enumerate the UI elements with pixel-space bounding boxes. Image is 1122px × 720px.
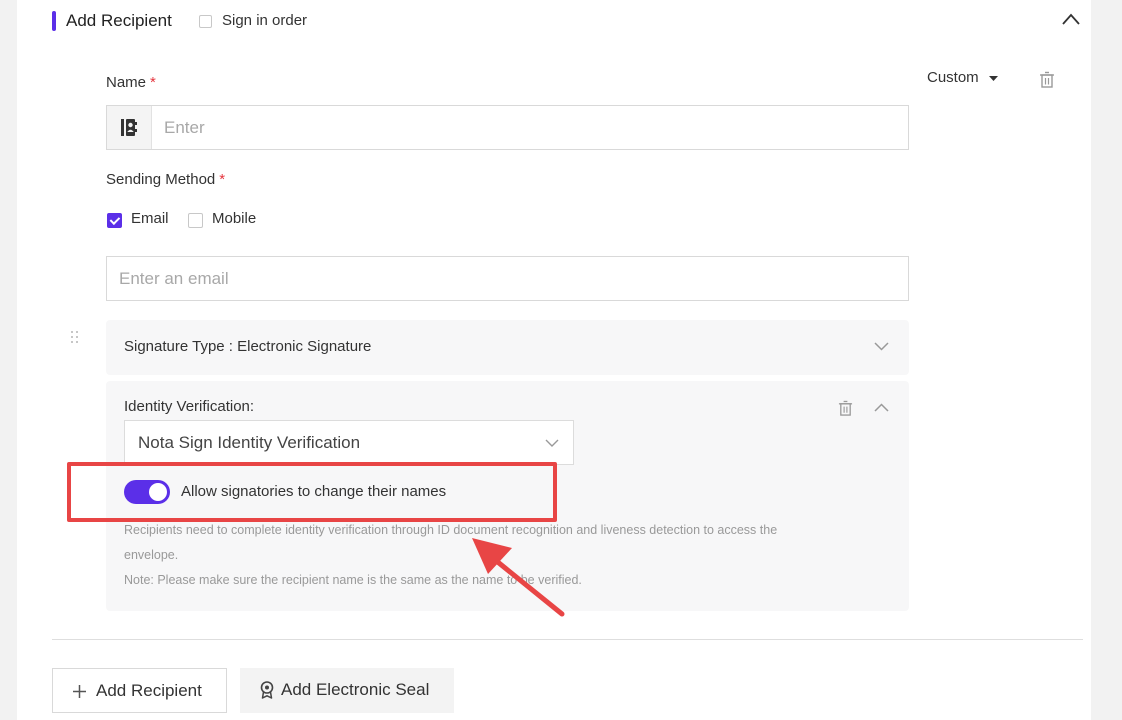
verification-help-line1: Recipients need to complete identity ver… bbox=[124, 523, 778, 537]
signature-type-label: Signature Type : Electronic Signature bbox=[124, 338, 372, 355]
contacts-book-icon bbox=[121, 119, 137, 136]
section-title: Add Recipient bbox=[66, 11, 172, 30]
caret-down-icon bbox=[989, 76, 998, 81]
collapse-chevron-up-icon[interactable] bbox=[1061, 12, 1081, 26]
sending-method-required-mark: * bbox=[219, 171, 226, 188]
verification-method-value: Nota Sign Identity Verification bbox=[138, 433, 361, 452]
annotation-highlight-box bbox=[67, 462, 557, 522]
name-field[interactable]: Enter bbox=[106, 105, 909, 150]
identity-verification-label: Identity Verification: bbox=[124, 398, 255, 415]
name-field-addon[interactable] bbox=[107, 106, 152, 149]
drag-handle-icon[interactable] bbox=[70, 331, 80, 345]
sign-in-order-checkbox[interactable] bbox=[199, 15, 212, 28]
email-option-label: Email bbox=[131, 210, 169, 227]
expand-chevron-down-icon[interactable] bbox=[874, 342, 889, 351]
sending-method-label: Sending Method * bbox=[106, 170, 225, 190]
select-chevron-down-icon bbox=[545, 439, 559, 447]
email-checkbox[interactable] bbox=[107, 213, 122, 228]
name-label-text: Name bbox=[106, 74, 147, 91]
verification-help-line2: envelope. bbox=[124, 548, 179, 562]
role-select-value: Custom bbox=[927, 69, 979, 86]
seal-icon bbox=[260, 681, 274, 699]
add-electronic-seal-button[interactable]: Add Electronic Seal bbox=[240, 668, 454, 713]
mobile-checkbox[interactable] bbox=[188, 213, 203, 228]
email-placeholder: Enter an email bbox=[119, 269, 229, 288]
add-electronic-seal-label: Add Electronic Seal bbox=[281, 680, 430, 699]
name-placeholder: Enter bbox=[164, 118, 205, 137]
signature-type-panel[interactable]: Signature Type : Electronic Signature bbox=[106, 320, 909, 375]
delete-recipient-trash-icon[interactable] bbox=[1039, 71, 1055, 89]
add-recipient-button[interactable]: Add Recipient bbox=[52, 668, 227, 713]
role-select[interactable]: Custom bbox=[927, 68, 998, 88]
name-label: Name * bbox=[106, 73, 156, 93]
verification-method-select[interactable]: Nota Sign Identity Verification bbox=[124, 420, 574, 465]
email-input[interactable]: Enter an email bbox=[106, 256, 909, 301]
mobile-option-label: Mobile bbox=[212, 210, 257, 227]
sign-in-order-label: Sign in order bbox=[222, 12, 308, 29]
annotation-arrow-icon bbox=[472, 538, 565, 617]
add-recipient-label: Add Recipient bbox=[96, 681, 202, 700]
section-accent-bar bbox=[52, 11, 56, 31]
plus-icon bbox=[73, 685, 86, 698]
sending-method-label-text: Sending Method bbox=[106, 171, 216, 188]
section-divider bbox=[52, 639, 1083, 640]
collapse-verification-chevron-up-icon[interactable] bbox=[874, 403, 889, 412]
name-required-mark: * bbox=[150, 74, 156, 91]
delete-verification-trash-icon[interactable] bbox=[838, 400, 853, 417]
